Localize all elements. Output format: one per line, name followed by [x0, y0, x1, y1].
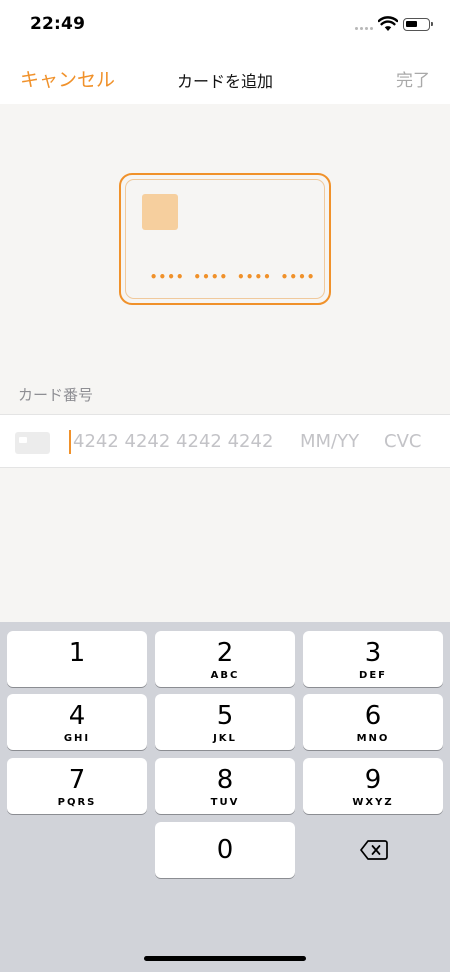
- key-2[interactable]: 2 ABC: [155, 631, 295, 687]
- key-letters: TUV: [210, 797, 240, 808]
- delete-key[interactable]: [303, 822, 443, 878]
- signal-icon: [355, 27, 373, 30]
- key-digit: 0: [216, 835, 234, 865]
- navigation-bar: キャンセル カードを追加 完了: [0, 52, 450, 104]
- card-inner-border: •••• •••• •••• ••••: [125, 179, 325, 299]
- cvc-input[interactable]: CVC: [384, 431, 421, 452]
- card-brand-icon: [15, 432, 50, 454]
- home-indicator: [144, 956, 306, 961]
- key-digit: 3: [364, 638, 382, 668]
- key-letters: ABC: [210, 670, 240, 681]
- card-number-field[interactable]: 4242 4242 4242 4242 MM/YY CVC: [0, 414, 450, 468]
- status-time: 22:49: [30, 14, 86, 34]
- key-letters: GHI: [63, 733, 91, 744]
- key-letters: MNO: [356, 733, 390, 744]
- expiry-input[interactable]: MM/YY: [300, 431, 359, 452]
- key-5[interactable]: 5 JKL: [155, 694, 295, 750]
- status-bar: 22:49: [0, 0, 450, 52]
- key-letters: JKL: [213, 733, 237, 744]
- key-digit: 6: [364, 701, 382, 731]
- key-digit: 5: [216, 701, 234, 731]
- key-digit: 9: [364, 765, 382, 795]
- key-digit: 2: [216, 638, 234, 668]
- key-letters: PQRS: [57, 797, 97, 808]
- battery-icon: [403, 18, 433, 31]
- done-button[interactable]: 完了: [396, 66, 430, 91]
- credit-card-illustration: •••• •••• •••• ••••: [119, 173, 331, 305]
- key-4[interactable]: 4 GHI: [7, 694, 147, 750]
- key-digit: 1: [68, 638, 86, 668]
- key-letters: WXYZ: [352, 797, 394, 808]
- key-6[interactable]: 6 MNO: [303, 694, 443, 750]
- wifi-icon: [378, 16, 398, 31]
- card-number-section-label: カード番号: [18, 386, 94, 404]
- card-number-input[interactable]: 4242 4242 4242 4242: [73, 431, 273, 452]
- add-card-screen: 22:49 キャンセル カードを追加 完了 •••• •••• •••• •••…: [0, 0, 450, 972]
- key-digit: 8: [216, 765, 234, 795]
- key-9[interactable]: 9 WXYZ: [303, 758, 443, 814]
- card-chip-icon: [142, 194, 178, 230]
- card-masked-number: •••• •••• •••• ••••: [150, 270, 316, 284]
- delete-backspace-icon: [360, 840, 388, 860]
- text-cursor: [69, 430, 71, 454]
- key-8[interactable]: 8 TUV: [155, 758, 295, 814]
- key-1[interactable]: 1: [7, 631, 147, 687]
- key-3[interactable]: 3 DEF: [303, 631, 443, 687]
- key-digit: 4: [68, 701, 86, 731]
- key-7[interactable]: 7 PQRS: [7, 758, 147, 814]
- page-title: カードを追加: [176, 72, 273, 91]
- key-letters: DEF: [359, 670, 387, 681]
- key-0[interactable]: 0: [155, 822, 295, 878]
- key-digit: 7: [68, 765, 86, 795]
